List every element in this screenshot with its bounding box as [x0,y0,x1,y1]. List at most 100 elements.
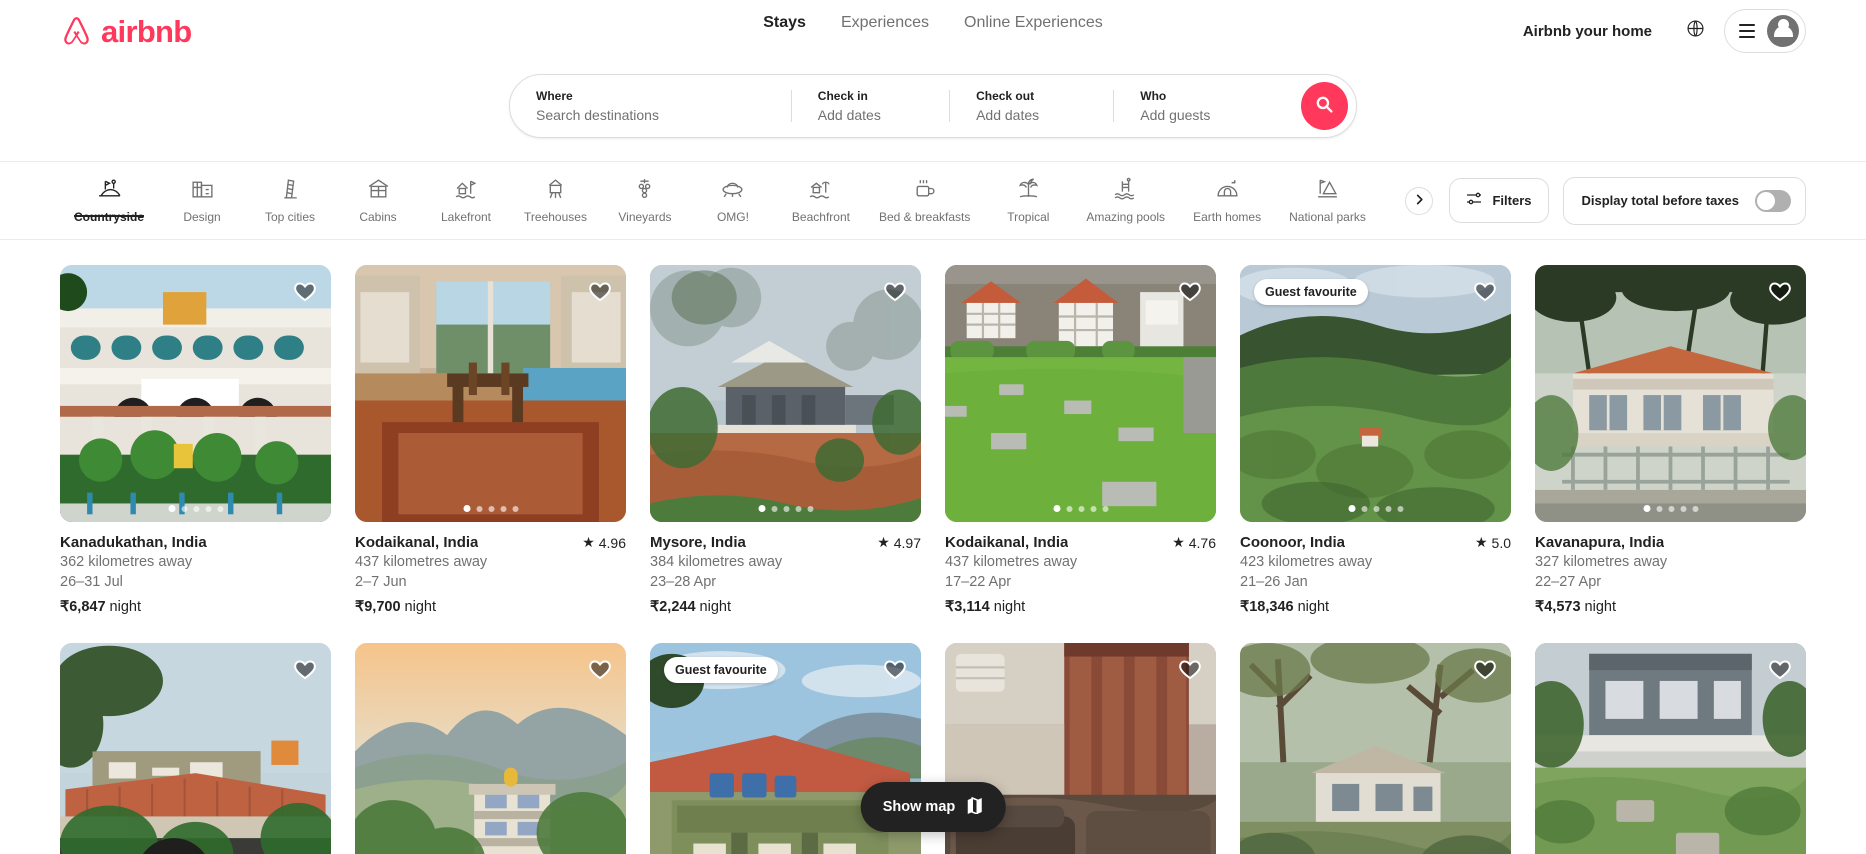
listing-image[interactable] [1535,643,1806,854]
listing-image[interactable] [355,265,626,523]
listing-image[interactable] [355,643,626,854]
category-scroll-next-button[interactable] [1405,186,1434,215]
search-checkout-field[interactable]: Check out Add dates [950,76,1113,136]
carousel-dot[interactable] [807,505,813,512]
carousel-dot[interactable] [488,505,494,512]
carousel-dot[interactable] [771,505,777,512]
listing-card[interactable]: Kodaikanal, India ★ 4.76 437 kilometres … [945,265,1216,615]
category-treehouses[interactable]: Treehouses [510,162,601,225]
carousel-dot[interactable] [1053,505,1060,513]
category-countryside[interactable]: Countryside [60,162,158,225]
carousel-dot[interactable] [217,505,223,512]
search-where-field[interactable]: Where Search destinations [510,76,791,136]
category-earth-homes[interactable]: Earth homes [1179,162,1275,225]
listing-card[interactable] [60,643,331,854]
carousel-dot[interactable] [476,505,482,512]
listing-card[interactable]: Kanadukathan, India 362 kilometres away … [60,265,331,615]
nav-tab-stays[interactable]: Stays [763,14,806,32]
carousel-dot[interactable] [1668,505,1674,512]
carousel-dot[interactable] [758,505,765,513]
search-checkin-field[interactable]: Check in Add dates [792,76,949,136]
favorite-heart-icon[interactable] [1178,279,1202,308]
carousel-dot[interactable] [1692,505,1698,512]
listing-image[interactable] [60,643,331,854]
carousel-dot[interactable] [181,505,187,512]
carousel-dot[interactable] [168,505,175,513]
show-map-button[interactable]: Show map [860,782,1006,832]
listing-card[interactable] [1240,643,1511,854]
carousel-dot[interactable] [1680,505,1686,512]
carousel-dot[interactable] [1397,505,1403,512]
category-omg[interactable]: OMG! [689,162,777,225]
carousel-dot[interactable] [205,505,211,512]
nav-tab-experiences[interactable]: Experiences [841,14,929,32]
carousel-dot[interactable] [463,505,470,513]
category-national-parks[interactable]: National parks [1275,162,1380,225]
carousel-dot[interactable] [1643,505,1650,513]
filters-button[interactable]: Filters [1449,178,1549,223]
earth-home-icon [1215,176,1240,201]
favorite-heart-icon[interactable] [1768,279,1792,308]
airbnb-logo[interactable]: airbnb [60,14,192,49]
listing-photo-kodaikanal-interior [355,265,626,523]
category-top-cities[interactable]: Top cities [246,162,334,225]
category-bed-breakfasts[interactable]: Bed & breakfasts [865,162,984,225]
favorite-heart-icon[interactable] [883,657,907,686]
listing-image[interactable] [1535,265,1806,523]
carousel-dot[interactable] [1090,505,1096,512]
favorite-heart-icon[interactable] [883,279,907,308]
favorite-heart-icon[interactable] [1178,657,1202,686]
favorite-heart-icon[interactable] [293,279,317,308]
carousel-dot[interactable] [1385,505,1391,512]
carousel-dot[interactable] [795,505,801,512]
category-tropical[interactable]: Tropical [984,162,1072,225]
listing-card[interactable]: Kavanapura, India 327 kilometres away 22… [1535,265,1806,615]
listing-card[interactable] [1535,643,1806,854]
rating-value: 4.96 [598,534,626,551]
favorite-heart-icon[interactable] [1473,279,1497,308]
carousel-dot[interactable] [193,505,199,512]
favorite-heart-icon[interactable] [293,657,317,686]
airbnb-your-home-link[interactable]: Airbnb your home [1509,11,1666,52]
nav-tab-online-experiences[interactable]: Online Experiences [964,14,1103,32]
search-guests-field[interactable]: Who Add guests [1114,76,1301,136]
category-cabins[interactable]: Cabins [334,162,422,225]
carousel-dot[interactable] [1373,505,1379,512]
hamburger-icon [1739,24,1755,38]
airbnb-logo-text: airbnb [101,13,192,49]
carousel-dot[interactable] [1348,505,1355,513]
category-design[interactable]: Design [158,162,246,225]
carousel-dot[interactable] [512,505,518,512]
favorite-heart-icon[interactable] [1473,657,1497,686]
taxes-switch[interactable] [1755,189,1791,212]
listing-image[interactable] [650,265,921,523]
carousel-dot[interactable] [500,505,506,512]
favorite-heart-icon[interactable] [588,657,612,686]
language-globe-button[interactable] [1674,10,1716,52]
category-lakefront[interactable]: Lakefront [422,162,510,225]
category-vineyards[interactable]: Vineyards [601,162,689,225]
category-label: Design [183,209,221,224]
category-amazing-pools[interactable]: Amazing pools [1072,162,1179,225]
carousel-dot[interactable] [1066,505,1072,512]
carousel-dot[interactable] [1078,505,1084,512]
listing-card[interactable]: Mysore, India ★ 4.97 384 kilometres away… [650,265,921,615]
user-menu-button[interactable] [1724,9,1806,53]
category-label: Bed & breakfasts [878,209,971,224]
category-beachfront[interactable]: Beachfront [777,162,865,225]
carousel-dot[interactable] [1102,505,1108,512]
listing-image[interactable]: Guest favourite [1240,265,1511,523]
carousel-dot[interactable] [1361,505,1367,512]
favorite-heart-icon[interactable] [1768,657,1792,686]
favorite-heart-icon[interactable] [588,279,612,308]
listing-image[interactable] [945,265,1216,523]
listing-card[interactable]: Guest favourite Coonoor, India ★ 5.0 423… [1240,265,1511,615]
listing-card[interactable]: Kodaikanal, India ★ 4.96 437 kilometres … [355,265,626,615]
carousel-dot[interactable] [783,505,789,512]
search-submit-button[interactable] [1300,82,1349,130]
display-total-before-taxes-toggle[interactable]: Display total before taxes [1562,176,1806,225]
listing-image[interactable] [60,265,331,523]
listing-card[interactable] [355,643,626,854]
listing-image[interactable] [1240,643,1511,854]
carousel-dot[interactable] [1656,505,1662,512]
